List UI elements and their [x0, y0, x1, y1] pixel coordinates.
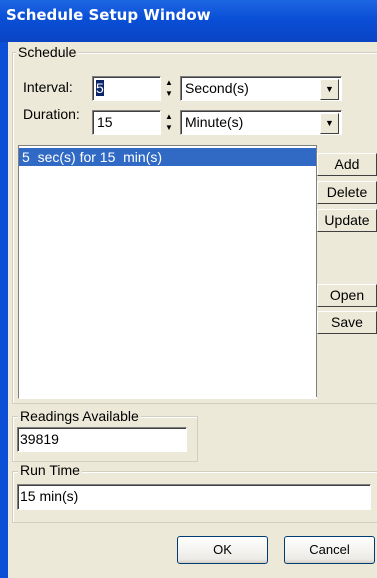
runtime-group-label: Run Time: [18, 462, 82, 478]
chevron-down-icon[interactable]: ▼: [320, 79, 339, 100]
duration-label: Duration:: [23, 106, 80, 122]
duration-spinner[interactable]: ▲ ▼: [162, 111, 176, 133]
runtime-value: 15 min(s): [20, 488, 79, 504]
interval-value: 5: [96, 80, 104, 96]
runtime-field: 15 min(s): [17, 484, 371, 510]
readings-value: 39819: [20, 431, 59, 447]
interval-label: Interval:: [23, 79, 73, 95]
schedule-button-column: Add Delete Update Open Save: [316, 145, 377, 397]
schedule-list[interactable]: 5 sec(s) for 15 min(s): [18, 145, 317, 399]
spin-up-icon[interactable]: ▲: [162, 111, 176, 122]
save-button[interactable]: Save: [317, 311, 377, 334]
window-title: Schedule Setup Window: [6, 6, 211, 24]
duration-input[interactable]: 15: [92, 110, 161, 135]
update-button[interactable]: Update: [317, 209, 377, 232]
readings-group-label: Readings Available: [18, 408, 141, 424]
spin-down-icon[interactable]: ▼: [162, 88, 176, 99]
readings-field: 39819: [17, 427, 187, 452]
delete-button[interactable]: Delete: [317, 181, 377, 204]
interval-unit-select[interactable]: Second(s) ▼: [180, 76, 342, 101]
cancel-button[interactable]: Cancel: [284, 536, 375, 564]
interval-spinner[interactable]: ▲ ▼: [162, 77, 176, 99]
ok-button[interactable]: OK: [177, 536, 268, 564]
duration-unit-select[interactable]: Minute(s) ▼: [180, 110, 342, 135]
title-bar[interactable]: Schedule Setup Window: [0, 0, 377, 42]
window-frame-left: [0, 42, 8, 578]
open-button[interactable]: Open: [317, 284, 377, 307]
spin-down-icon[interactable]: ▼: [162, 122, 176, 133]
schedule-setup-window: Schedule Setup Window Schedule Interval:…: [0, 0, 377, 578]
spin-up-icon[interactable]: ▲: [162, 77, 176, 88]
interval-input[interactable]: 5: [92, 76, 161, 101]
duration-value: 15: [97, 114, 113, 130]
chevron-down-icon[interactable]: ▼: [320, 113, 339, 134]
interval-unit-value: Second(s): [185, 80, 249, 96]
schedule-group-label: Schedule: [16, 44, 79, 60]
add-button[interactable]: Add: [317, 153, 377, 176]
duration-unit-value: Minute(s): [185, 114, 244, 130]
list-item[interactable]: 5 sec(s) for 15 min(s): [19, 148, 316, 166]
